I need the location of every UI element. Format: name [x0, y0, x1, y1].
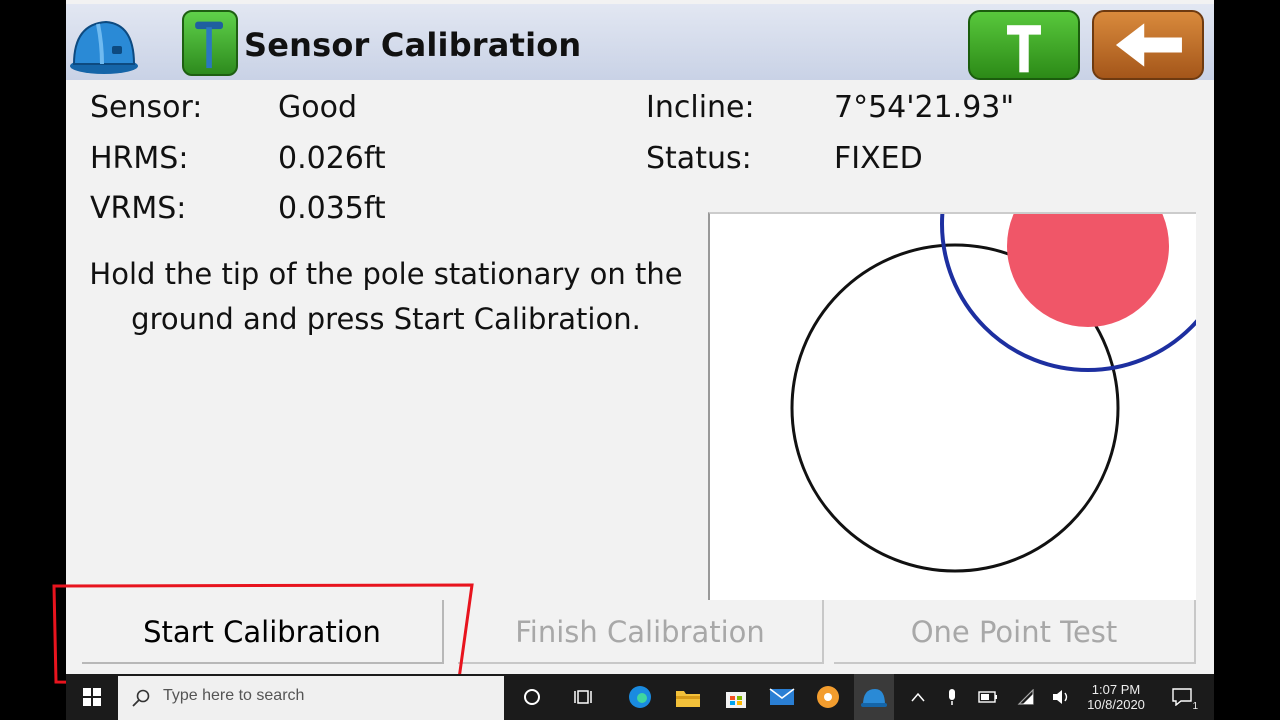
taskbar: Type here to search 1:07 PM 10/8/2020 1 — [66, 674, 1214, 720]
show-hidden-icons-button[interactable] — [904, 674, 932, 720]
hrms-value: 0.026ft — [278, 141, 386, 176]
incline-label: Incline: — [646, 90, 755, 125]
wifi-icon — [1017, 689, 1034, 705]
clock[interactable]: 1:07 PM 10/8/2020 — [1082, 674, 1150, 720]
mail-button[interactable] — [762, 674, 802, 720]
status-value: FIXED — [834, 141, 923, 176]
instruction-text: Hold the tip of the pole stationary on t… — [89, 257, 683, 336]
hard-hat-icon[interactable] — [68, 14, 140, 76]
edge-icon — [629, 686, 651, 708]
windows-start-button[interactable] — [70, 674, 114, 720]
clock-date: 10/8/2020 — [1087, 697, 1145, 712]
vrms-label: VRMS: — [90, 191, 187, 226]
chevron-up-icon — [911, 692, 925, 702]
microphone-icon — [949, 689, 955, 705]
page-title: Sensor Calibration — [244, 26, 582, 64]
pole-settings-button[interactable] — [968, 10, 1080, 80]
store-button[interactable] — [716, 674, 756, 720]
task-view-icon — [574, 690, 592, 704]
bubble-level-display — [708, 212, 1196, 600]
title-bar: Sensor Calibration — [66, 4, 1214, 80]
status-label: Status: — [646, 141, 752, 176]
rover-pole-icon[interactable] — [182, 10, 238, 76]
clock-time: 1:07 PM — [1091, 682, 1141, 697]
hrms-label: HRMS: — [90, 141, 189, 176]
incline-value: 7°54'21.93" — [834, 90, 1015, 125]
orange-app-icon — [817, 686, 839, 708]
battery-tray-button[interactable] — [974, 674, 1002, 720]
cortana-button[interactable] — [514, 674, 550, 720]
task-view-button[interactable] — [566, 674, 602, 720]
weather-app-button[interactable] — [808, 674, 848, 720]
sensor-value: Good — [278, 90, 357, 125]
taskbar-search-box[interactable]: Type here to search — [118, 676, 504, 720]
back-arrow-icon — [1115, 23, 1182, 67]
microphone-tray-button[interactable] — [938, 674, 966, 720]
start-calibration-button[interactable]: Start Calibration — [82, 600, 444, 664]
vrms-value: 0.035ft — [278, 191, 386, 226]
finish-calibration-button[interactable]: Finish Calibration — [458, 600, 824, 664]
one-point-test-button[interactable]: One Point Test — [834, 600, 1196, 664]
edge-browser-button[interactable] — [620, 674, 660, 720]
battery-icon — [978, 691, 997, 703]
volume-tray-button[interactable] — [1048, 674, 1076, 720]
windows-logo-icon — [83, 688, 101, 706]
store-bag-icon — [726, 692, 746, 708]
search-placeholder: Type here to search — [163, 687, 305, 704]
survey-app-taskbar-button[interactable] — [854, 674, 894, 720]
cortana-circle-icon — [524, 689, 540, 705]
network-tray-button[interactable] — [1012, 674, 1040, 720]
folder-icon — [676, 691, 700, 707]
file-explorer-button[interactable] — [668, 674, 708, 720]
mail-icon — [769, 688, 795, 705]
notification-icon — [1172, 688, 1192, 706]
search-icon — [132, 689, 150, 707]
action-center-button[interactable]: 1 — [1162, 674, 1202, 720]
hard-hat-icon — [861, 689, 887, 707]
speaker-icon — [1053, 690, 1068, 704]
back-button[interactable] — [1092, 10, 1204, 80]
pole-icon — [1007, 25, 1041, 73]
level-bubble — [1007, 214, 1169, 327]
notification-count: 1 — [1192, 701, 1198, 712]
app-window: Sensor Calibration Sensor: Good HRMS: 0.… — [66, 0, 1214, 674]
sensor-label: Sensor: — [90, 90, 203, 125]
